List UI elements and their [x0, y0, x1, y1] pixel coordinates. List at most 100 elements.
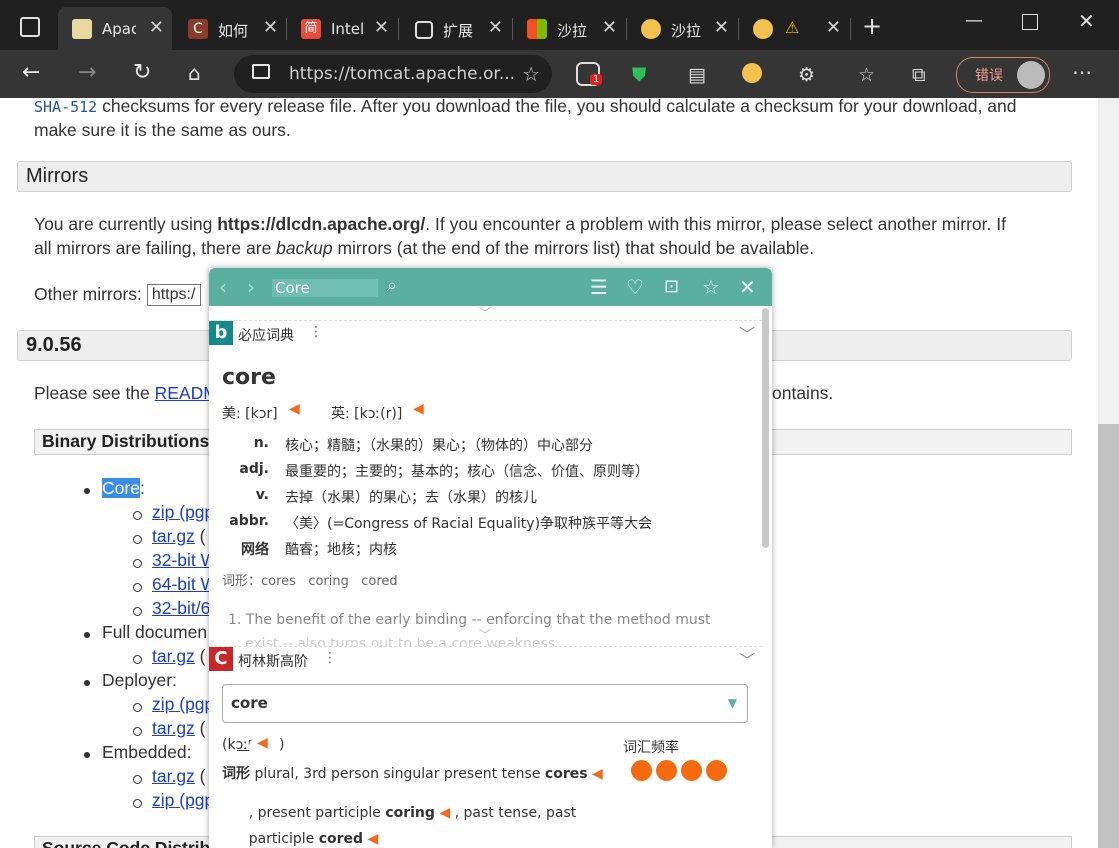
close-icon[interactable]: ✕ — [602, 17, 617, 38]
definition: 〈美〉(=Congress of Racial Equality)争取种族平等大… — [285, 516, 653, 532]
collections-icon[interactable]: ⧉ — [912, 64, 926, 86]
avatar — [1017, 61, 1045, 89]
close-icon[interactable]: ✕ — [263, 17, 278, 38]
mirror-text-2: all mirrors are failing, there are backu… — [34, 238, 815, 258]
extensions-icon[interactable]: ⚙ — [798, 64, 815, 86]
tab-apache[interactable]: Apac ✕ — [58, 7, 172, 50]
expand-icon[interactable]: ﹀ — [479, 626, 491, 643]
tab-label: 扩展 — [443, 22, 474, 40]
core-targz-link[interactable]: tar.gz — [152, 526, 195, 546]
new-tab-button[interactable]: + — [862, 12, 882, 40]
heart-icon[interactable]: ♡ — [626, 275, 644, 299]
close-icon[interactable]: ✕ — [739, 275, 756, 299]
collapse-all-icon[interactable]: ﹀ — [479, 304, 491, 321]
pos-label: abbr. — [229, 513, 269, 529]
reader-icon[interactable]: ▤ — [688, 64, 706, 86]
bing-icon: b — [209, 321, 233, 345]
collins-more-icon[interactable]: ⋮ — [323, 650, 337, 666]
tab-saladict-1[interactable]: 沙拉 ✕ — [513, 7, 625, 50]
shield-icon[interactable]: ⛊ — [632, 64, 646, 86]
sha512-code: SHA-512 — [34, 98, 98, 116]
core-zip-link[interactable]: zip — [152, 502, 174, 522]
add-favorite-icon[interactable]: ☆ — [522, 62, 540, 86]
frequency-dot — [681, 760, 702, 781]
forward-icon[interactable]: › — [247, 275, 255, 299]
speaker-icon[interactable]: ◀ — [592, 766, 603, 782]
error-profile-button[interactable]: 错误 — [956, 57, 1050, 93]
embedded-targz-link[interactable]: tar.gz — [152, 766, 195, 786]
deployer-targz-link[interactable]: tar.gz — [152, 718, 195, 738]
doc-targz-link[interactable]: tar.gz — [152, 646, 195, 666]
tab-actions-icon[interactable] — [20, 17, 40, 37]
close-window-button[interactable]: ✕ — [1078, 9, 1095, 33]
list-item: tar.gz ( — [152, 526, 206, 546]
address-bar[interactable]: https://tomcat.apache.or... ☆ — [234, 55, 552, 93]
close-icon[interactable]: ✕ — [488, 17, 503, 38]
speaker-icon[interactable]: ◀ — [368, 831, 379, 847]
bing-more-icon[interactable]: ⋮ — [309, 324, 323, 340]
search-icon[interactable]: ⌕ — [387, 275, 397, 296]
tab-extensions[interactable]: 扩展 ✕ — [399, 7, 511, 50]
tab-label: 沙拉 — [671, 22, 702, 40]
error-label: 错误 — [975, 68, 1003, 84]
minimize-button[interactable]: — — [965, 10, 983, 31]
tab-saladict-3[interactable]: ⚠ ✕ — [739, 7, 849, 50]
back-icon[interactable]: ‹ — [219, 275, 227, 299]
headword: core — [222, 365, 276, 390]
menu-icon[interactable]: ☰ — [590, 275, 608, 299]
page-scrollbar[interactable] — [1098, 98, 1119, 848]
speaker-icon[interactable]: ◀ — [439, 805, 450, 821]
full-doc-item: Full documen — [102, 622, 208, 642]
refresh-button[interactable]: ↻ — [133, 60, 151, 85]
word-forms: 词形：cores coring cored — [222, 574, 398, 589]
pin-icon[interactable]: ☆ — [702, 275, 720, 299]
frequency-label: 词汇频率 — [623, 740, 679, 756]
dictionary-scrollbar[interactable] — [762, 308, 769, 548]
us-phonetic: 美: [kɔr] — [222, 406, 278, 422]
close-icon[interactable]: ✕ — [714, 17, 729, 38]
favorites-icon[interactable]: ☆ — [858, 64, 875, 86]
bing-dict-name: 必应词典 — [238, 328, 294, 344]
list-item: 32-bit W — [152, 550, 217, 571]
bing-collapse-icon[interactable]: ﹀ — [739, 321, 755, 345]
tab-intel[interactable]: 简 Intel ✕ — [287, 7, 397, 50]
speaker-icon[interactable]: ◀ — [289, 401, 300, 417]
extension-badge-button[interactable]: 1 — [576, 62, 603, 86]
maximize-button[interactable] — [1022, 14, 1038, 30]
frequency-dot — [706, 760, 727, 781]
home-icon[interactable]: ⌂ — [188, 61, 201, 85]
embedded-zip-link[interactable]: zip — [152, 790, 174, 810]
close-icon[interactable]: ✕ — [149, 17, 164, 38]
close-icon[interactable]: ✕ — [374, 17, 389, 38]
forward-button[interactable]: → — [78, 60, 96, 85]
frequency-dot — [656, 760, 677, 781]
core-64bit-link[interactable]: 64-bit W — [152, 574, 217, 594]
dictionary-search-input[interactable]: Core — [272, 279, 378, 297]
deployer-zip-link[interactable]: zip — [152, 694, 174, 714]
core-32-64-link[interactable]: 32-bit/6 — [152, 598, 210, 618]
collins-collapse-icon[interactable]: ﹀ — [739, 647, 755, 671]
saladict-icon[interactable] — [742, 63, 762, 83]
tab-saladict-2[interactable]: 沙拉 ✕ — [627, 7, 737, 50]
windows-icon — [527, 19, 547, 39]
close-icon[interactable]: ✕ — [826, 17, 841, 38]
scrollbar-thumb[interactable] — [1098, 424, 1119, 848]
speaker-icon[interactable]: ◀ — [413, 401, 424, 417]
dictionary-header: ‹ › Core ⌕ ☰ ♡ ⊡ ☆ ✕ — [209, 268, 772, 306]
more-menu-icon[interactable]: ⋯ — [1072, 60, 1092, 84]
tab-howto[interactable]: C 如何 ✕ — [174, 7, 286, 50]
url-text: https://tomcat.apache.or... — [289, 64, 516, 84]
definition: 核心；精髓；（水果的）果心；（物体的）中心部分 — [285, 438, 593, 454]
mirror-select[interactable]: https:/ — [146, 284, 201, 307]
c-icon: C — [188, 19, 208, 39]
core-32bit-link[interactable]: 32-bit W — [152, 550, 217, 570]
collins-entry-select[interactable]: core ▼ — [222, 684, 748, 723]
tab-label: 沙拉 — [557, 22, 588, 40]
back-button[interactable]: ← — [22, 60, 40, 85]
list-item: zip (pgp — [152, 502, 215, 522]
core-label: Core — [102, 478, 140, 498]
speaker-icon[interactable]: ◀ — [257, 735, 268, 751]
pos-label: n. — [253, 435, 269, 451]
notebook-icon[interactable]: ⊡ — [664, 276, 679, 297]
saladict-icon — [753, 19, 773, 39]
